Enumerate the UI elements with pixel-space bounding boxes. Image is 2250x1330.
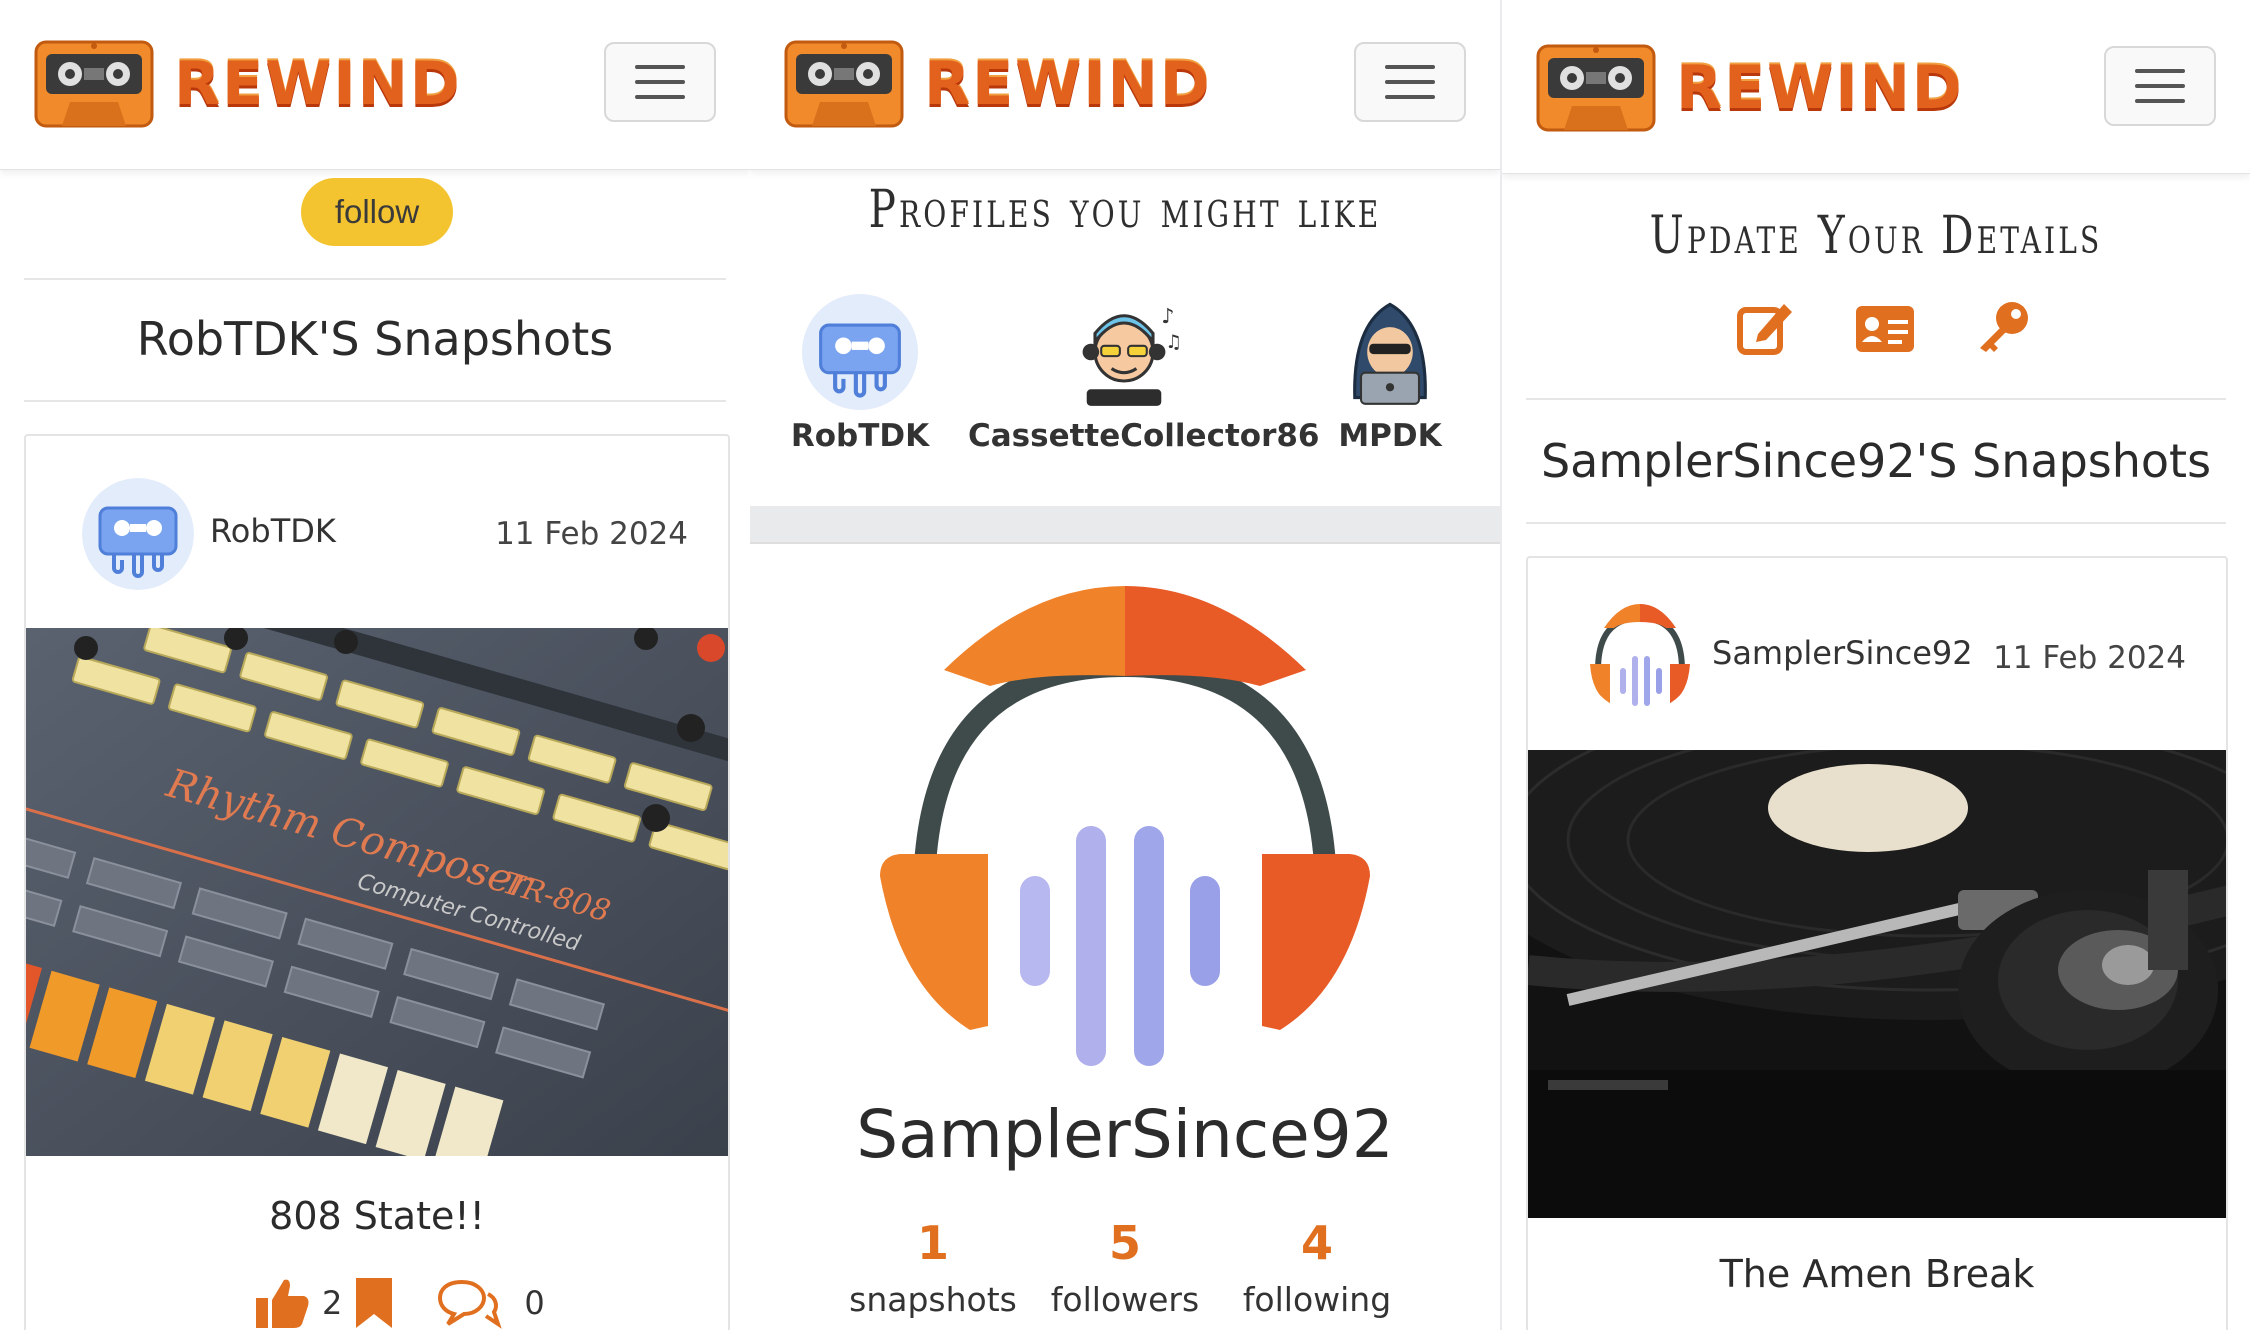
cassette-logo-icon — [784, 40, 904, 128]
svg-text:♫: ♫ — [1165, 332, 1182, 353]
stat-value: 5 — [1108, 1216, 1141, 1270]
profile-name: RobTDK — [790, 418, 930, 454]
snapshot-card[interactable]: RobTDK 11 Feb 2024 Rhythm Composer TR-80… — [24, 434, 730, 1330]
stat-value: 4 — [1300, 1216, 1333, 1270]
svg-text:♪: ♪ — [1161, 304, 1174, 328]
update-details-actions — [1736, 298, 2032, 356]
profile-summary-box: SamplerSince92 1 snapshots 5 followers 4… — [750, 542, 1500, 1330]
navbar: REWIND — [750, 0, 1500, 170]
hamburger-icon — [635, 65, 685, 69]
comment-count: 0 — [524, 1284, 545, 1322]
like-icon[interactable] — [254, 1276, 310, 1330]
like-count: 2 — [322, 1284, 343, 1322]
profile-panel-robtdk: REWIND follow RobTDK'S Snapshots RobTDK … — [0, 0, 750, 1330]
post-image-tr808[interactable]: Rhythm Composer TR-808 Computer Controll… — [26, 628, 728, 1156]
navbar: REWIND — [1502, 0, 2250, 174]
divider — [1526, 398, 2226, 400]
snapshots-heading: SamplerSince92'S Snapshots — [1540, 434, 2212, 488]
stat-value: 1 — [916, 1216, 949, 1270]
hacker-avatar-icon — [1353, 302, 1427, 405]
headphones-avatar-icon[interactable] — [880, 586, 1370, 1076]
dj-avatar-icon: ♪♫ — [1082, 304, 1182, 406]
bookmark-icon[interactable] — [354, 1276, 394, 1330]
post-title[interactable]: The Amen Break — [1528, 1252, 2226, 1296]
snapshots-heading: RobTDK'S Snapshots — [136, 312, 614, 366]
brand-name: REWIND — [924, 49, 1212, 119]
stat-label: snapshots — [849, 1280, 1017, 1319]
suggested-profile-mpdk[interactable]: MPDK — [1302, 294, 1478, 454]
brand-logo[interactable]: REWIND — [1536, 42, 1964, 134]
stat-following[interactable]: 4 following — [1217, 1216, 1417, 1319]
cassette-avatar-icon — [802, 294, 918, 410]
id-card-icon[interactable] — [1854, 304, 1916, 354]
cassette-avatar-icon[interactable] — [82, 478, 194, 590]
brand-logo[interactable]: REWIND — [34, 38, 462, 130]
post-username[interactable]: SamplerSince92 — [1712, 634, 1973, 672]
suggested-profile-robtdk[interactable]: RobTDK — [772, 294, 948, 454]
stat-label: followers — [1050, 1280, 1200, 1319]
profile-name: CassetteCollector86 — [968, 418, 1320, 454]
post-username[interactable]: RobTDK — [210, 512, 336, 550]
post-date: 11 Feb 2024 — [495, 516, 688, 552]
menu-toggle-button[interactable] — [1354, 42, 1466, 122]
hamburger-icon — [2135, 69, 2185, 73]
hamburger-icon — [1385, 65, 1435, 69]
profiles-heading: Profiles you might like — [868, 180, 1382, 240]
divider — [1526, 522, 2226, 524]
suggested-profile-cassettecollector86[interactable]: ♪ ♫ CassetteCollector86 — [968, 294, 1320, 454]
stat-snapshots[interactable]: 1 snapshots — [833, 1216, 1033, 1319]
brand-name: REWIND — [174, 49, 462, 119]
card-header: RobTDK 11 Feb 2024 — [26, 436, 728, 626]
profile-username: SamplerSince92 — [856, 1096, 1394, 1173]
navbar: REWIND — [0, 0, 750, 170]
brand-logo[interactable]: REWIND — [784, 38, 1212, 130]
suggested-profiles-box: Profiles you might like RobTDK ♪ ♫ Casse… — [750, 170, 1500, 506]
profile-name: MPDK — [1338, 418, 1442, 454]
menu-toggle-button[interactable] — [2104, 46, 2216, 126]
brand-name: REWIND — [1676, 53, 1964, 123]
card-header: SamplerSince92 11 Feb 2024 — [1528, 558, 2226, 750]
headphones-avatar-icon[interactable] — [1584, 600, 1696, 712]
cassette-logo-icon — [1536, 44, 1656, 132]
snapshot-card[interactable]: SamplerSince92 11 Feb 2024 The Amen Brea… — [1526, 556, 2228, 1330]
menu-toggle-button[interactable] — [604, 42, 716, 122]
stat-label: following — [1242, 1280, 1392, 1319]
post-title[interactable]: 808 State!! — [26, 1194, 728, 1238]
cassette-logo-icon — [34, 40, 154, 128]
own-profile-panel: REWIND Update Your Details SamplerSince9… — [1502, 0, 2250, 1330]
divider — [24, 400, 726, 402]
post-image-turntable[interactable] — [1528, 750, 2226, 1218]
divider — [24, 278, 726, 280]
follow-button[interactable]: follow — [301, 178, 453, 246]
post-actions: 2 0 — [254, 1276, 545, 1330]
edit-icon[interactable] — [1736, 298, 1794, 356]
comments-icon[interactable] — [436, 1276, 503, 1330]
profile-panel-samplersince92: REWIND Profiles you might like RobTDK ♪ … — [750, 0, 1500, 1330]
post-date: 11 Feb 2024 — [1993, 640, 2186, 676]
update-details-heading: Update Your Details — [1649, 206, 2103, 266]
key-icon[interactable] — [1976, 298, 2032, 354]
stat-followers[interactable]: 5 followers — [1025, 1216, 1225, 1319]
